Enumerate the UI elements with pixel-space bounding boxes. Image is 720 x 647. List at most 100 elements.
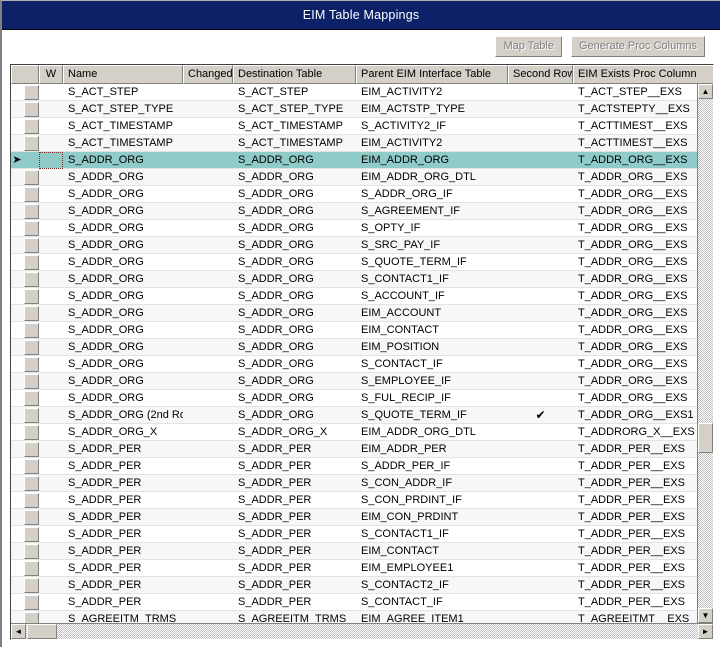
cell-destination-table[interactable]: S_ADDR_PER <box>233 458 356 474</box>
cell-parent-eim-interface-table[interactable]: EIM_ADDR_PER <box>356 441 508 457</box>
cell-name[interactable]: S_ADDR_PER <box>63 441 183 457</box>
cell-eim-exists-proc-column[interactable]: T_AGREEITMT__EXS <box>573 611 697 623</box>
cell-destination-table[interactable]: S_ADDR_ORG <box>233 220 356 236</box>
row-selector-button[interactable] <box>24 611 39 623</box>
row-selector-button[interactable] <box>24 203 39 219</box>
row-selector[interactable] <box>11 611 39 623</box>
row-selector[interactable] <box>11 322 39 338</box>
cell-changed[interactable] <box>183 475 233 491</box>
table-row[interactable]: S_ADDR_ORG S_ADDR_ORG S_QUOTE_TERM_IF T_ADD… <box>11 254 697 271</box>
table-row[interactable]: ➤ S_ADDR_ORG S_ADDR_ORG EIM_ADDR_ORG T_ADDR_… <box>11 152 697 169</box>
cell-name[interactable]: S_ADDR_PER <box>63 492 183 508</box>
cell-name[interactable]: S_ADDR_ORG <box>63 186 183 202</box>
cell-second-row[interactable] <box>508 339 573 355</box>
cell-eim-exists-proc-column[interactable]: T_ADDR_ORG__EXS <box>573 152 697 168</box>
column-header-name[interactable]: Name <box>63 65 183 84</box>
cell-w[interactable] <box>39 203 63 219</box>
cell-changed[interactable] <box>183 220 233 236</box>
cell-destination-table[interactable]: S_ADDR_ORG_X <box>233 424 356 440</box>
cell-w[interactable] <box>39 152 63 169</box>
cell-w[interactable] <box>39 407 63 423</box>
cell-w[interactable] <box>39 254 63 270</box>
cell-destination-table[interactable]: S_ADDR_PER <box>233 509 356 525</box>
row-selector[interactable] <box>11 594 39 610</box>
cell-eim-exists-proc-column[interactable]: T_ADDR_PER__EXS <box>573 458 697 474</box>
cell-changed[interactable] <box>183 271 233 287</box>
cell-destination-table[interactable]: S_ADDR_ORG <box>233 356 356 372</box>
cell-name[interactable]: S_ADDR_PER <box>63 526 183 542</box>
row-selector-button[interactable] <box>24 169 39 185</box>
cell-w[interactable] <box>39 424 63 440</box>
cell-destination-table[interactable]: S_ADDR_PER <box>233 441 356 457</box>
cell-parent-eim-interface-table[interactable]: EIM_ACTIVITY2 <box>356 84 508 100</box>
generate-proc-columns-button[interactable]: Generate Proc Columns <box>571 36 705 57</box>
cell-second-row[interactable] <box>508 305 573 321</box>
cell-name[interactable]: S_ADDR_ORG <box>63 254 183 270</box>
cell-w[interactable] <box>39 135 63 151</box>
cell-destination-table[interactable]: S_ADDR_ORG <box>233 203 356 219</box>
cell-destination-table[interactable]: S_ADDR_ORG <box>233 373 356 389</box>
cell-eim-exists-proc-column[interactable]: T_ADDR_ORG__EXS <box>573 237 697 253</box>
cell-destination-table[interactable]: S_ADDR_ORG <box>233 407 356 423</box>
cell-second-row[interactable] <box>508 611 573 623</box>
cell-destination-table[interactable]: S_ACT_STEP_TYPE <box>233 101 356 117</box>
table-row[interactable]: S_ADDR_ORG S_ADDR_ORG S_CONTACT1_IF T_ADDR_… <box>11 271 697 288</box>
cell-parent-eim-interface-table[interactable]: EIM_AGREE_ITEM1 <box>356 611 508 623</box>
row-selector[interactable] <box>11 424 39 440</box>
cell-parent-eim-interface-table[interactable]: S_QUOTE_TERM_IF <box>356 407 508 423</box>
cell-eim-exists-proc-column[interactable]: T_ADDR_ORG__EXS <box>573 322 697 338</box>
cell-changed[interactable] <box>183 237 233 253</box>
row-selector-button[interactable] <box>24 424 39 440</box>
cell-parent-eim-interface-table[interactable]: S_CONTACT1_IF <box>356 526 508 542</box>
table-row[interactable]: S_ADDR_PER S_ADDR_PER S_CON_ADDR_IF T_ADDR_… <box>11 475 697 492</box>
row-selector[interactable] <box>11 526 39 542</box>
cell-name[interactable]: S_ADDR_PER <box>63 594 183 610</box>
cell-name[interactable]: S_ADDR_ORG (2nd Row <box>63 407 183 423</box>
cell-destination-table[interactable]: S_ADDR_PER <box>233 543 356 559</box>
row-selector-button[interactable] <box>24 305 39 321</box>
row-selector[interactable] <box>11 356 39 372</box>
cell-changed[interactable] <box>183 169 233 185</box>
row-selector-button[interactable] <box>24 220 39 236</box>
cell-parent-eim-interface-table[interactable]: S_ADDR_PER_IF <box>356 458 508 474</box>
row-selector-button[interactable] <box>24 543 39 559</box>
cell-w[interactable] <box>39 288 63 304</box>
cell-changed[interactable] <box>183 322 233 338</box>
row-selector[interactable] <box>11 271 39 287</box>
cell-name[interactable]: S_ADDR_PER <box>63 560 183 576</box>
cell-w[interactable] <box>39 237 63 253</box>
cell-second-row[interactable] <box>508 84 573 100</box>
row-selector-button[interactable] <box>24 509 39 525</box>
cell-eim-exists-proc-column[interactable]: T_ADDR_PER__EXS <box>573 560 697 576</box>
row-selector[interactable] <box>11 441 39 457</box>
cell-destination-table[interactable]: S_ADDR_ORG <box>233 305 356 321</box>
column-header-w[interactable]: W <box>39 65 63 84</box>
cell-name[interactable]: S_ACT_STEP <box>63 84 183 100</box>
row-selector[interactable] <box>11 305 39 321</box>
cell-changed[interactable] <box>183 203 233 219</box>
cell-second-row[interactable] <box>508 492 573 508</box>
cell-second-row[interactable] <box>508 169 573 185</box>
row-selector-button[interactable] <box>24 407 39 423</box>
table-row[interactable]: S_ADDR_ORG S_ADDR_ORG EIM_ADDR_ORG_DTL T_AD… <box>11 169 697 186</box>
cell-name[interactable]: S_ADDR_PER <box>63 475 183 491</box>
cell-name[interactable]: S_ADDR_ORG <box>63 203 183 219</box>
cell-destination-table[interactable]: S_ADDR_ORG <box>233 322 356 338</box>
table-row[interactable]: S_ADDR_ORG S_ADDR_ORG S_EMPLOYEE_IF T_ADDR_… <box>11 373 697 390</box>
row-selector[interactable] <box>11 458 39 474</box>
cell-parent-eim-interface-table[interactable]: S_FUL_RECIP_IF <box>356 390 508 406</box>
cell-destination-table[interactable]: S_ADDR_PER <box>233 594 356 610</box>
cell-name[interactable]: S_ADDR_ORG <box>63 305 183 321</box>
table-row[interactable]: S_AGREEITM_TRMS S_AGREEITM_TRMS EIM_AGREE_… <box>11 611 697 623</box>
row-selector[interactable] <box>11 407 39 423</box>
cell-changed[interactable] <box>183 373 233 389</box>
row-selector-button[interactable] <box>24 492 39 508</box>
cell-changed[interactable] <box>183 390 233 406</box>
row-selector-button[interactable] <box>24 118 39 134</box>
table-row[interactable]: S_ADDR_PER S_ADDR_PER EIM_ADDR_PER T_ADDR_P… <box>11 441 697 458</box>
row-selector-button[interactable] <box>24 186 39 202</box>
table-row[interactable]: S_ADDR_PER S_ADDR_PER S_CONTACT2_IF T_ADDR_… <box>11 577 697 594</box>
row-selector-button[interactable] <box>24 84 39 100</box>
cell-eim-exists-proc-column[interactable]: T_ADDR_PER__EXS <box>573 509 697 525</box>
cell-eim-exists-proc-column[interactable]: T_ADDR_PER__EXS <box>573 475 697 491</box>
